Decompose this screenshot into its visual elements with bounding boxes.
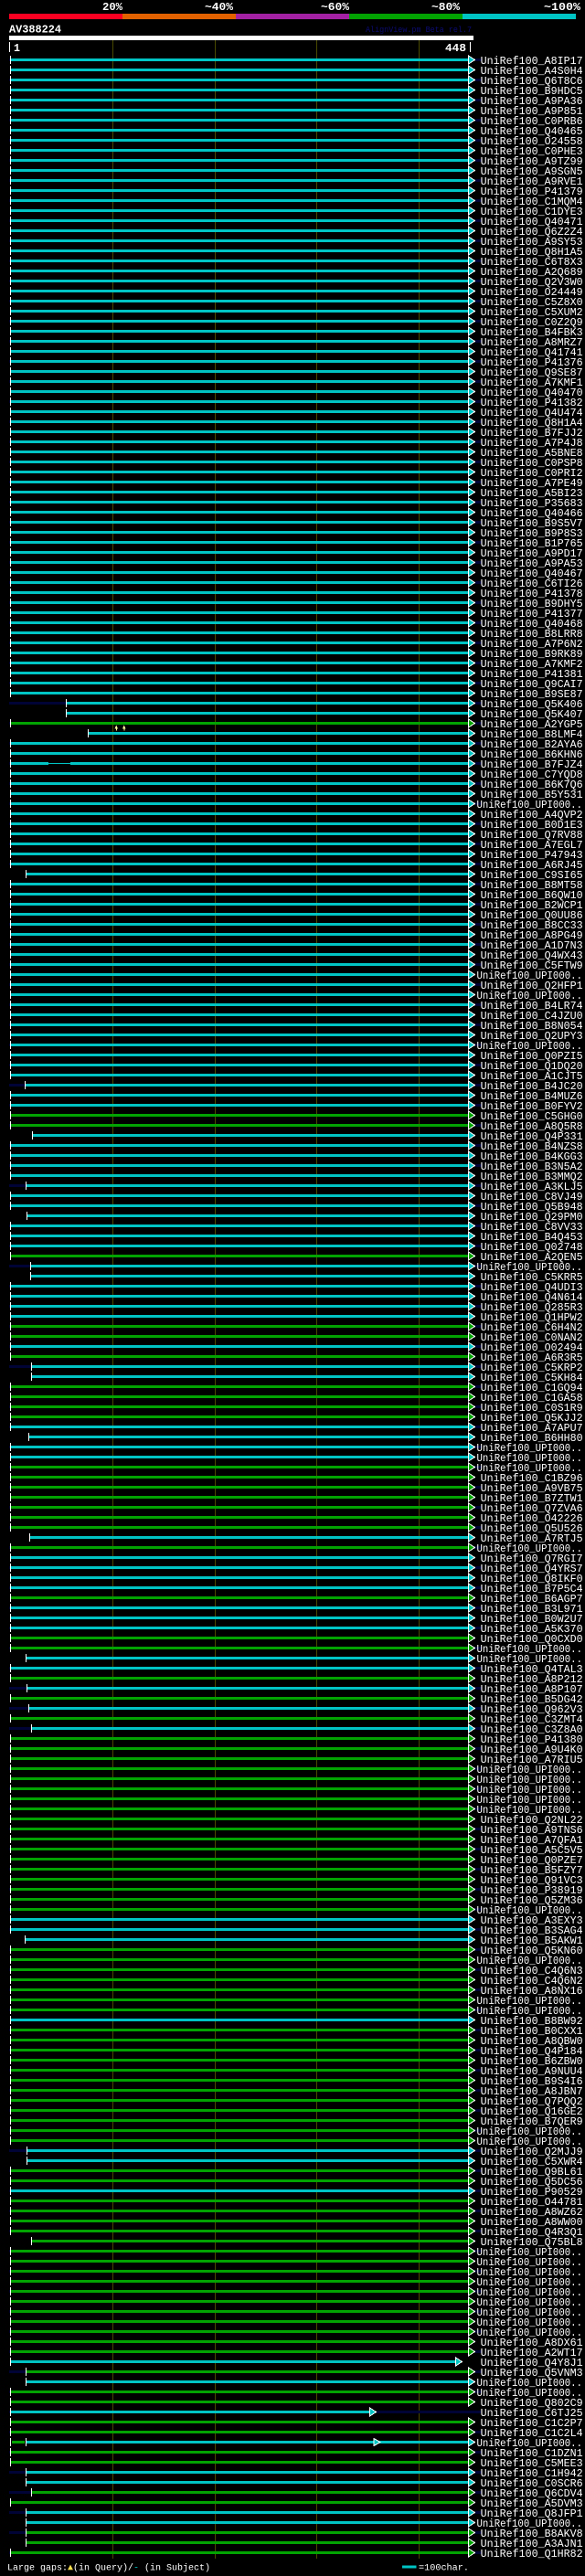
svg-text:~60%: ~60%	[321, 1, 350, 14]
svg-text:~40%: ~40%	[205, 1, 234, 14]
svg-text:~100%: ~100%	[544, 1, 581, 14]
svg-text:448: 448	[445, 43, 466, 55]
svg-text:20%: 20%	[102, 1, 123, 14]
svg-text:UniRef100_Q1HR82: UniRef100_Q1HR82	[481, 2549, 583, 2560]
svg-text:Large gaps:▲(in Query)/- (in S: Large gaps:▲(in Query)/- (in Subject)	[7, 2563, 210, 2574]
svg-text:1: 1	[14, 43, 20, 55]
svg-text:=100char.: =100char.	[419, 2563, 469, 2574]
svg-text:~80%: ~80%	[431, 1, 461, 14]
svg-text:AlignView.pm Beta rel.7: AlignView.pm Beta rel.7	[366, 25, 472, 35]
svg-text:AV388224: AV388224	[9, 24, 61, 37]
